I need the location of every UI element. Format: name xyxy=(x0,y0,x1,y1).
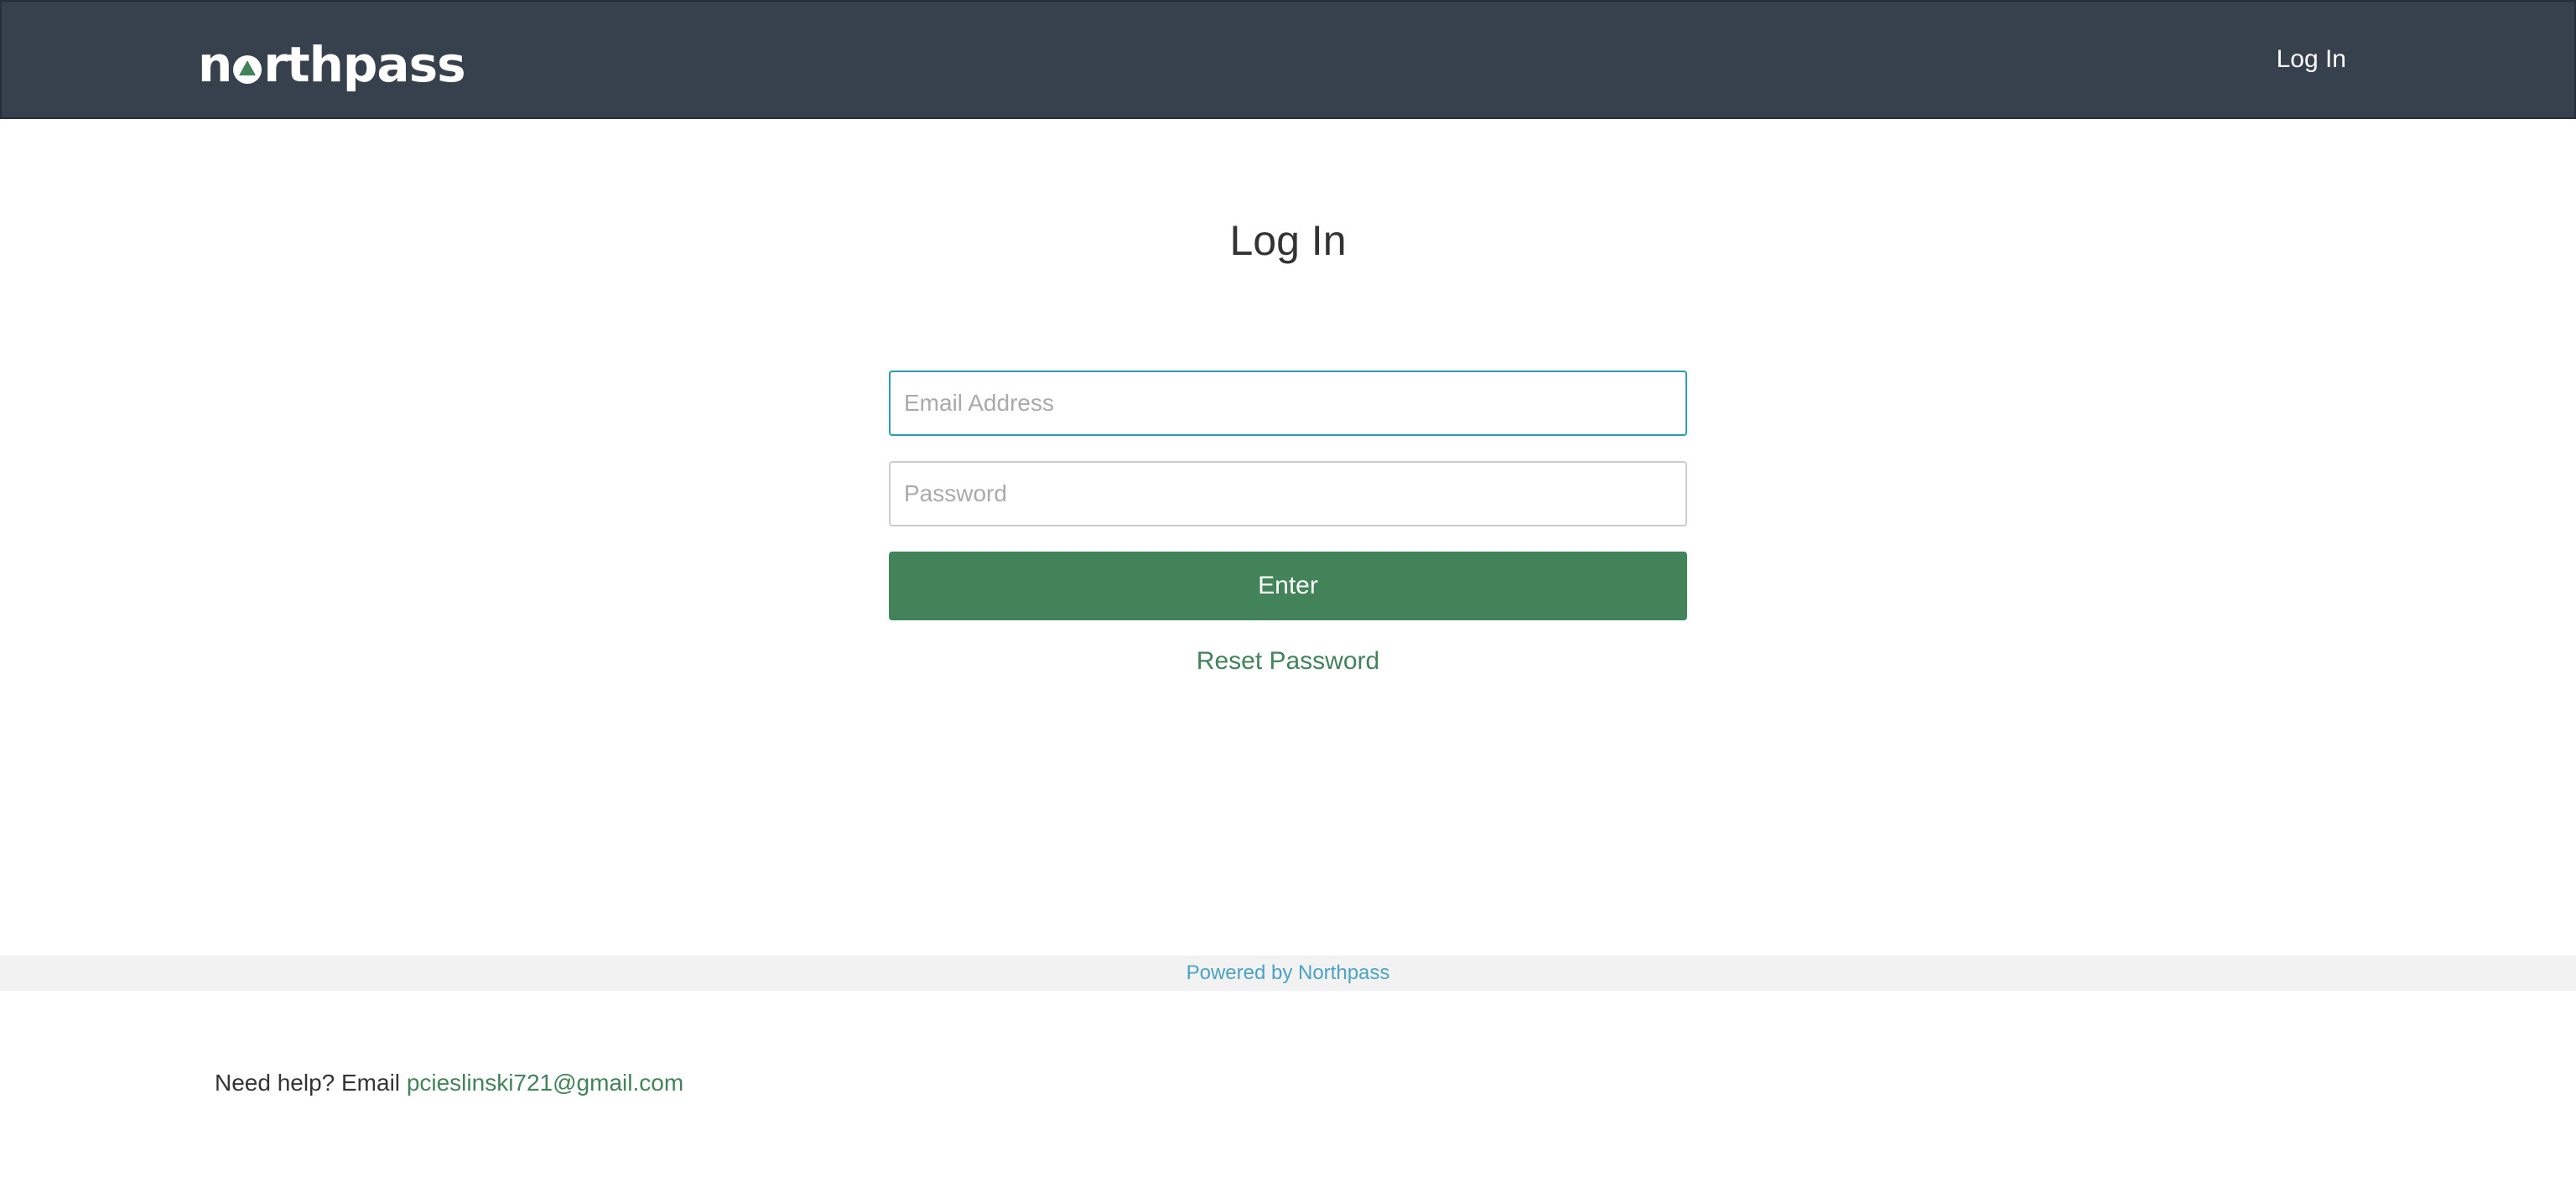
logo-text-left: n xyxy=(198,36,232,93)
header-login-link[interactable]: Log In xyxy=(2277,45,2346,74)
powered-by-link[interactable]: Powered by Northpass xyxy=(1187,962,1390,984)
help-text: Need help? Email pcieslinski721@gmail.co… xyxy=(215,1070,683,1096)
reset-password-row: Reset Password xyxy=(0,647,2576,676)
enter-button[interactable]: Enter xyxy=(889,552,1687,620)
reset-password-link[interactable]: Reset Password xyxy=(1197,647,1379,675)
northpass-logo[interactable]: n rthpass xyxy=(198,25,466,93)
page-title: Log In xyxy=(1229,217,1347,264)
password-field[interactable] xyxy=(889,461,1687,526)
help-prefix: Need help? Email xyxy=(215,1070,401,1096)
help-email-link[interactable]: pcieslinski721@gmail.com xyxy=(407,1070,683,1096)
powered-by-bar: Powered by Northpass xyxy=(0,956,2576,991)
logo-mountain-icon xyxy=(233,55,262,84)
email-field[interactable] xyxy=(889,371,1687,436)
top-header: n rthpass Log In xyxy=(0,0,2576,119)
logo-text-right: rthpass xyxy=(263,36,465,93)
